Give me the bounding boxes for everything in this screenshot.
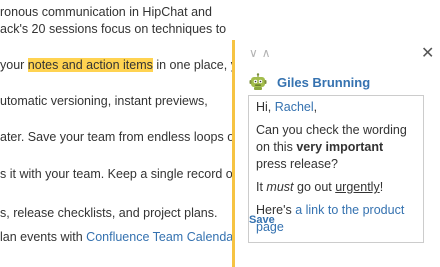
content-line: ack's 20 sessions focus on techniques to bbox=[0, 22, 227, 36]
close-icon[interactable]: ✕ bbox=[421, 46, 434, 62]
content-line: your notes and action items in one place… bbox=[0, 57, 232, 74]
next-comment-button[interactable]: ∧ bbox=[262, 46, 275, 60]
bold-text: very important bbox=[296, 140, 384, 154]
comment-paragraph: It must go out urgently! bbox=[256, 179, 415, 196]
content-line: s, release checklists, and project plans… bbox=[0, 206, 218, 220]
comment-text: , bbox=[313, 100, 318, 114]
comment-navigation: ∨∧ bbox=[249, 46, 275, 60]
italic-text: must bbox=[266, 180, 294, 194]
comment-text: ! bbox=[379, 180, 384, 194]
comment-paragraph: Hi, Rachel, bbox=[256, 99, 415, 116]
save-button[interactable]: Save bbox=[249, 214, 275, 226]
highlighted-text[interactable]: notes and action items bbox=[27, 58, 153, 72]
comment-text: press release? bbox=[256, 157, 338, 171]
comment-text: go out bbox=[293, 180, 336, 194]
comment-text: Hi, bbox=[256, 100, 275, 114]
content-line: lan events with Confluence Team Calendar… bbox=[0, 229, 232, 246]
comment-paragraph: Can you check the wording on this very i… bbox=[256, 122, 415, 173]
page-content: ronous communication in HipChat and ack'… bbox=[0, 0, 232, 267]
robot-avatar-icon bbox=[249, 73, 267, 91]
user-mention-link[interactable]: Rachel bbox=[275, 100, 314, 114]
content-line: ater. Save your team from endless loops … bbox=[0, 130, 232, 144]
inline-comment-panel: ∨∧ ✕ Giles Brunning Hi, Rachel, Can you … bbox=[232, 40, 440, 267]
comment-author: Giles Brunning bbox=[249, 71, 370, 93]
content-text: in one place, you bbox=[156, 58, 232, 72]
previous-comment-button[interactable]: ∨ bbox=[249, 46, 262, 60]
content-line: ronous communication in HipChat and bbox=[0, 5, 212, 19]
underlined-text: urgently bbox=[335, 180, 380, 194]
content-line: utomatic versioning, instant previews, bbox=[0, 94, 208, 108]
content-text: your bbox=[0, 58, 28, 72]
content-line: s it with your team. Keep a single recor… bbox=[0, 167, 232, 181]
team-calendars-link[interactable]: Confluence Team Calendars bbox=[86, 230, 232, 244]
content-text: lan events with bbox=[0, 230, 87, 244]
author-name-link[interactable]: Giles Brunning bbox=[277, 75, 370, 90]
comment-text: It bbox=[256, 180, 267, 194]
comment-paragraph: Here's a link to the product page bbox=[256, 202, 415, 236]
